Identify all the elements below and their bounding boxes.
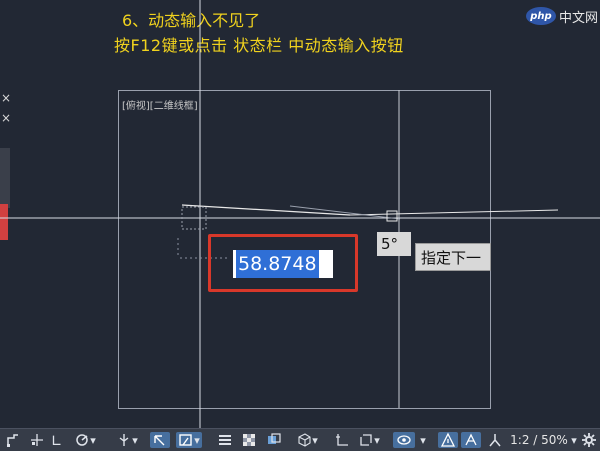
transparency-icon[interactable] bbox=[240, 432, 258, 448]
status-bar: ▾ ▾ ▾ ▾ ▾ ▾ 1:2 / 50% ▾ bbox=[0, 428, 600, 451]
selection-cycling-icon[interactable] bbox=[265, 432, 283, 448]
snap-icon[interactable] bbox=[4, 432, 22, 448]
viewport-label[interactable]: [俯视][二维线框] bbox=[122, 97, 198, 112]
annotation-scale-value[interactable]: 1:2 / 50% bbox=[508, 432, 570, 448]
workspace-icon[interactable]: ▾ bbox=[356, 432, 382, 448]
chevron-down-icon[interactable]: ▾ bbox=[194, 434, 200, 447]
settings-icon[interactable] bbox=[580, 432, 598, 448]
polar-icon[interactable]: ▾ bbox=[72, 432, 98, 448]
chevron-down-icon[interactable]: ▾ bbox=[417, 432, 429, 448]
object-snap-icon[interactable]: ▾ bbox=[114, 432, 140, 448]
annotation-scale-icon[interactable] bbox=[438, 432, 458, 448]
dynamic-input-toggle-icon[interactable]: ▾ bbox=[176, 432, 202, 448]
chevron-down-icon[interactable]: ▾ bbox=[132, 434, 138, 447]
chevron-down-icon[interactable]: ▾ bbox=[568, 432, 580, 448]
isolate-icon[interactable] bbox=[393, 432, 415, 448]
highlight-annotation bbox=[208, 234, 358, 292]
cursor-pickbox bbox=[386, 210, 398, 222]
extension-line bbox=[349, 209, 559, 216]
chevron-down-icon[interactable]: ▾ bbox=[312, 434, 318, 447]
chevron-down-icon[interactable]: ▾ bbox=[90, 434, 96, 447]
annotation-icon[interactable] bbox=[332, 432, 352, 448]
angle-tooltip[interactable]: 5° bbox=[377, 232, 411, 256]
grid-snap-icon[interactable] bbox=[28, 432, 46, 448]
3d-osnap-icon[interactable]: ▾ bbox=[290, 432, 324, 448]
lineweight-icon[interactable] bbox=[216, 432, 234, 448]
chevron-down-icon[interactable]: ▾ bbox=[374, 434, 380, 447]
auto-scale-icon[interactable] bbox=[486, 432, 504, 448]
command-prompt-tooltip: 指定下一 bbox=[415, 243, 491, 271]
ortho-icon[interactable] bbox=[50, 432, 64, 448]
annotation-visibility-icon[interactable] bbox=[461, 432, 481, 448]
dynamic-ucs-icon[interactable] bbox=[150, 432, 170, 448]
drawing-canvas[interactable] bbox=[0, 0, 600, 428]
